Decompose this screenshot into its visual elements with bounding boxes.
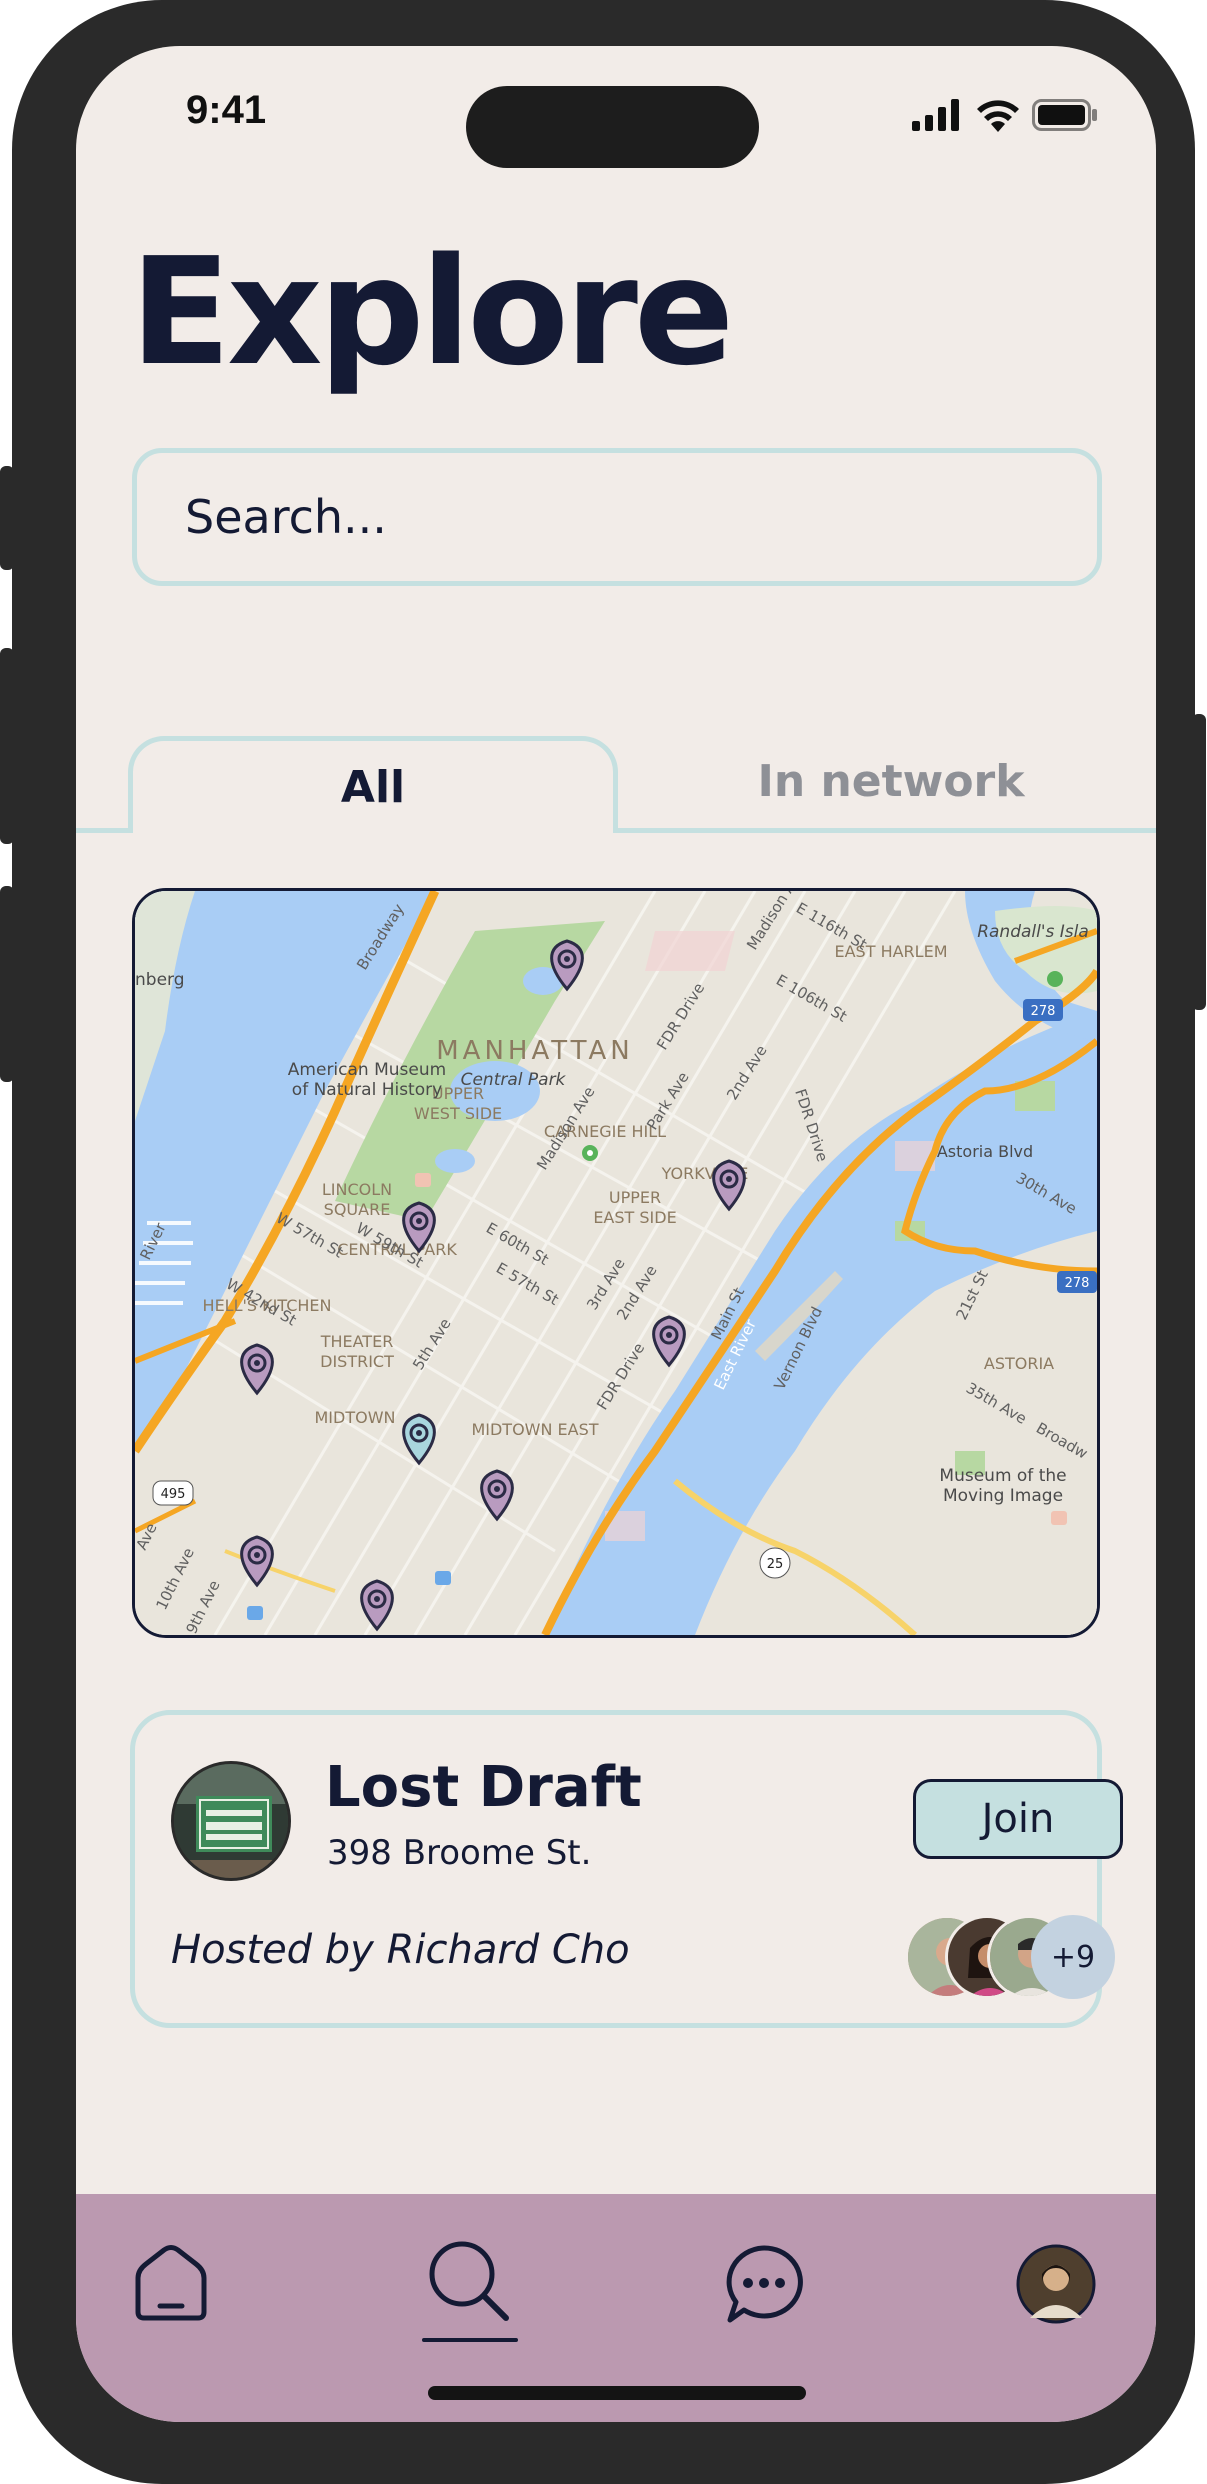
chat-icon (726, 2245, 803, 2323)
nav-profile[interactable] (1016, 2244, 1096, 2328)
map-label: DISTRICT (320, 1352, 394, 1371)
cellular-signal-icon (912, 99, 959, 131)
event-address: 398 Broome St. (327, 1833, 592, 1873)
search-input[interactable] (183, 489, 1097, 545)
map-label: THEATER (320, 1332, 394, 1351)
dynamic-island (466, 86, 759, 168)
status-icons (912, 98, 1098, 132)
map-label: MIDTOWN EAST (471, 1420, 598, 1439)
nav-home[interactable] (130, 2242, 212, 2328)
map-label: ASTORIA (984, 1354, 1054, 1373)
map-label: Museum of the (939, 1466, 1066, 1486)
battery-icon (1032, 99, 1097, 131)
event-name: Lost Draft (325, 1755, 642, 1820)
map-shield: 278 (1065, 1276, 1090, 1291)
event-host: Hosted by Richard Cho (171, 1927, 630, 1973)
tab-all[interactable]: All (128, 736, 618, 833)
volume-down-button (0, 886, 14, 1082)
map-label: Astoria Blvd (937, 1142, 1033, 1161)
map-shield: 495 (161, 1487, 186, 1502)
search-box[interactable] (132, 448, 1102, 586)
attendee-avatars[interactable]: +9 (905, 1915, 1115, 1999)
event-card[interactable]: Lost Draft 398 Broome St. Hosted by Rich… (130, 1710, 1123, 2028)
home-indicator (428, 2386, 806, 2400)
profile-avatar (1016, 2244, 1096, 2324)
tab-label: In network (757, 755, 1025, 807)
map-label: SQUARE (324, 1200, 391, 1219)
map-canvas: MANHATTAN UPPER WEST SIDE CARNEGIE HILL … (135, 891, 1097, 1635)
home-icon (135, 2245, 207, 2321)
map-label: WEST SIDE (414, 1104, 502, 1123)
event-image (171, 1761, 291, 1881)
map-shield: 25 (767, 1557, 784, 1572)
status-time: 9:41 (186, 88, 267, 132)
map-label: Randall's Isla (977, 922, 1089, 942)
map-view[interactable]: MANHATTAN UPPER WEST SIDE CARNEGIE HILL … (132, 888, 1100, 1638)
map-label: American Museum (288, 1060, 446, 1080)
map-label: UPPER (609, 1188, 661, 1207)
tab-in-network[interactable]: In network (676, 736, 1106, 826)
map-label: MIDTOWN (315, 1408, 396, 1427)
join-button[interactable]: Join (913, 1779, 1123, 1859)
nav-search[interactable] (420, 2234, 520, 2348)
map-shield: 278 (1031, 1004, 1056, 1019)
search-icon (422, 2241, 518, 2342)
nav-messages[interactable] (722, 2242, 806, 2330)
map-label-manhattan: MANHATTAN (436, 1036, 634, 1066)
map-label: LINCOLN (322, 1180, 392, 1199)
volume-up-button (0, 648, 14, 844)
wifi-icon (977, 100, 1019, 132)
more-attendees-badge: +9 (1031, 1915, 1115, 1999)
map-label: Moving Image (943, 1486, 1063, 1506)
map-label: nberg (135, 970, 185, 990)
app-screen: 9:41 Explore All In network (76, 46, 1156, 2422)
map-label: Central Park (461, 1070, 567, 1090)
mute-switch (0, 466, 14, 570)
power-button (1192, 714, 1206, 1010)
page-title: Explore (130, 226, 734, 398)
map-label: EAST SIDE (593, 1208, 676, 1227)
tab-label: All (340, 761, 406, 813)
map-label: of Natural History (292, 1080, 442, 1100)
